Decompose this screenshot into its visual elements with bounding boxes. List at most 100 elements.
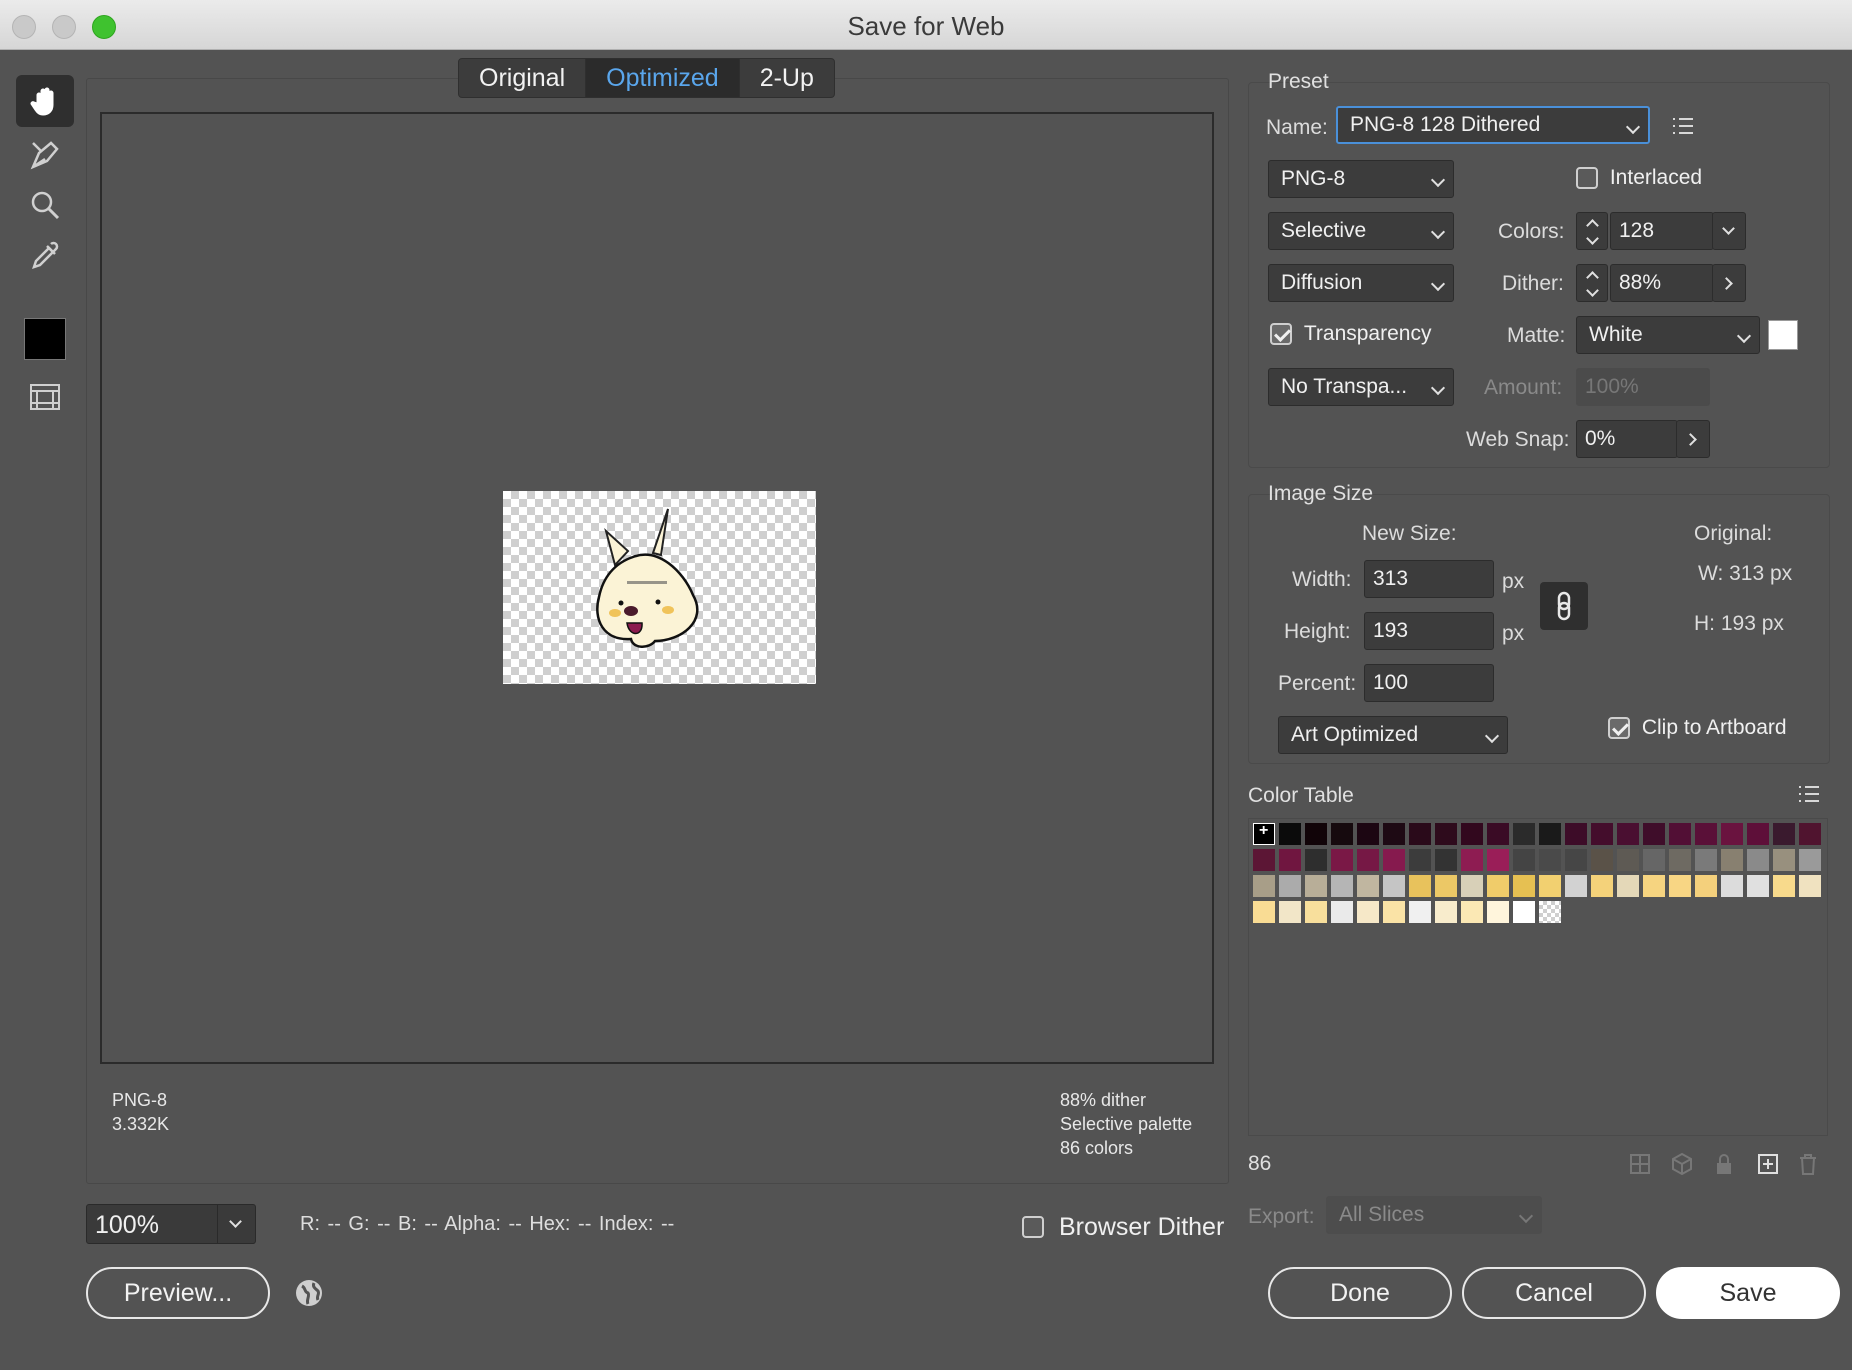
color-swatch[interactable]: [1279, 901, 1301, 923]
color-swatch[interactable]: [1279, 875, 1301, 897]
color-swatch[interactable]: [1487, 875, 1509, 897]
color-swatch[interactable]: [1383, 875, 1405, 897]
preview-in-browser-button[interactable]: [294, 1278, 324, 1308]
color-swatch[interactable]: [1591, 823, 1613, 845]
color-swatch[interactable]: [1435, 849, 1457, 871]
color-swatch[interactable]: [1331, 875, 1353, 897]
color-swatch[interactable]: [1695, 849, 1717, 871]
color-swatch[interactable]: [1331, 901, 1353, 923]
zoom-level-select[interactable]: 100%: [86, 1204, 256, 1244]
color-swatch[interactable]: [1747, 849, 1769, 871]
color-swatch[interactable]: [1487, 823, 1509, 845]
save-button[interactable]: Save: [1656, 1267, 1840, 1319]
color-swatch[interactable]: [1435, 901, 1457, 923]
color-swatch[interactable]: [1539, 875, 1561, 897]
color-swatch[interactable]: +: [1253, 822, 1275, 845]
color-swatch[interactable]: [1513, 875, 1535, 897]
color-swatch[interactable]: [1513, 823, 1535, 845]
color-swatch[interactable]: [1669, 875, 1691, 897]
color-swatch[interactable]: [1669, 823, 1691, 845]
matte-color-swatch[interactable]: [1768, 320, 1798, 350]
color-swatch[interactable]: [1331, 849, 1353, 871]
color-swatch[interactable]: [1565, 849, 1587, 871]
color-swatch[interactable]: [1539, 901, 1561, 923]
color-swatch[interactable]: [1721, 823, 1743, 845]
color-swatch[interactable]: [1409, 823, 1431, 845]
color-table-grid[interactable]: +: [1248, 818, 1828, 1136]
toggle-slices-tool[interactable]: [16, 371, 74, 423]
colors-dropdown[interactable]: [1712, 212, 1746, 250]
color-swatch[interactable]: [1513, 901, 1535, 923]
color-swatch[interactable]: [1565, 875, 1587, 897]
eyedropper-tool[interactable]: [16, 229, 74, 281]
color-swatch[interactable]: [1331, 823, 1353, 845]
done-button[interactable]: Done: [1268, 1267, 1452, 1319]
transparency-checkbox[interactable]: Transparency: [1270, 322, 1431, 346]
color-swatch[interactable]: [1773, 849, 1795, 871]
lock-color-button[interactable]: [1712, 1152, 1736, 1176]
dither-algorithm-select[interactable]: Diffusion: [1268, 264, 1454, 302]
percent-input[interactable]: 100: [1364, 664, 1494, 702]
color-swatch[interactable]: [1487, 901, 1509, 923]
color-swatch[interactable]: [1799, 823, 1821, 845]
dither-slider-button[interactable]: [1712, 264, 1746, 302]
color-swatch[interactable]: [1539, 849, 1561, 871]
color-swatch[interactable]: [1305, 875, 1327, 897]
file-format-select[interactable]: PNG-8: [1268, 160, 1454, 198]
colors-stepper[interactable]: [1576, 212, 1608, 250]
interlaced-checkbox[interactable]: Interlaced: [1576, 166, 1702, 190]
color-swatch[interactable]: [1357, 901, 1379, 923]
eyedropper-color-swatch[interactable]: [24, 318, 66, 360]
color-swatch[interactable]: [1461, 849, 1483, 871]
color-swatch[interactable]: [1695, 823, 1717, 845]
width-input[interactable]: 313: [1364, 560, 1494, 598]
color-swatch[interactable]: [1591, 875, 1613, 897]
resample-quality-select[interactable]: Art Optimized: [1278, 716, 1508, 754]
transparency-dither-select[interactable]: No Transpa...: [1268, 368, 1454, 406]
color-swatch[interactable]: [1409, 849, 1431, 871]
color-swatch[interactable]: [1253, 849, 1275, 871]
color-swatch[interactable]: [1279, 849, 1301, 871]
color-swatch[interactable]: [1539, 823, 1561, 845]
color-swatch[interactable]: [1695, 875, 1717, 897]
color-swatch[interactable]: [1253, 875, 1275, 897]
dither-stepper[interactable]: [1576, 264, 1608, 302]
color-swatch[interactable]: [1799, 849, 1821, 871]
constrain-proportions-button[interactable]: [1540, 582, 1588, 630]
color-swatch[interactable]: [1721, 875, 1743, 897]
cancel-button[interactable]: Cancel: [1462, 1267, 1646, 1319]
color-swatch[interactable]: [1383, 901, 1405, 923]
height-input[interactable]: 193: [1364, 612, 1494, 650]
tab-2-up[interactable]: 2-Up: [740, 59, 834, 97]
color-swatch[interactable]: [1357, 823, 1379, 845]
color-swatch[interactable]: [1383, 849, 1405, 871]
clip-to-artboard-checkbox[interactable]: Clip to Artboard: [1608, 716, 1787, 740]
zoom-tool[interactable]: [16, 179, 74, 231]
web-snap-slider-button[interactable]: [1676, 420, 1710, 458]
color-swatch[interactable]: [1279, 823, 1301, 845]
color-swatch[interactable]: [1721, 849, 1743, 871]
color-swatch[interactable]: [1747, 875, 1769, 897]
color-reduction-select[interactable]: Selective: [1268, 212, 1454, 250]
matte-select[interactable]: White: [1576, 316, 1760, 354]
color-swatch[interactable]: [1617, 875, 1639, 897]
tab-optimized[interactable]: Optimized: [586, 59, 740, 97]
hand-tool[interactable]: [16, 75, 74, 127]
color-swatch[interactable]: [1435, 875, 1457, 897]
dither-input[interactable]: 88%: [1610, 264, 1714, 302]
add-color-button[interactable]: [1756, 1152, 1780, 1176]
color-swatch[interactable]: [1357, 875, 1379, 897]
color-swatch[interactable]: [1357, 849, 1379, 871]
color-swatch[interactable]: [1669, 849, 1691, 871]
color-swatch[interactable]: [1461, 901, 1483, 923]
delete-color-button[interactable]: [1796, 1152, 1820, 1176]
color-swatch[interactable]: [1409, 901, 1431, 923]
color-swatch[interactable]: [1643, 849, 1665, 871]
color-swatch[interactable]: [1409, 875, 1431, 897]
color-swatch[interactable]: [1799, 875, 1821, 897]
browser-dither-checkbox[interactable]: Browser Dither: [1022, 1212, 1224, 1242]
color-table-menu-button[interactable]: [1796, 782, 1822, 806]
color-swatch[interactable]: [1435, 823, 1457, 845]
color-swatch[interactable]: [1565, 823, 1587, 845]
tab-original[interactable]: Original: [459, 59, 587, 97]
